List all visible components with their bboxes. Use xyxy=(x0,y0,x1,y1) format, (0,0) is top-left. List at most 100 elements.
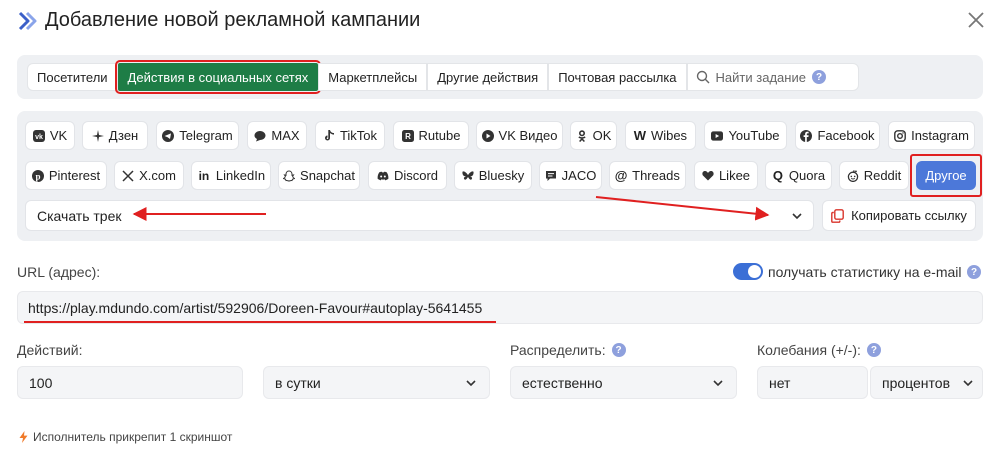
screenshot-note: Исполнитель прикрепит 1 скриншот xyxy=(19,430,232,444)
action-select[interactable]: Скачать трек xyxy=(25,200,814,231)
chevron-down-icon xyxy=(713,380,723,387)
email-stats-toggle[interactable] xyxy=(733,263,763,280)
copy-icon xyxy=(831,208,844,223)
max-chat-icon xyxy=(254,130,266,142)
chip-snapchat[interactable]: Snapchat xyxy=(278,161,360,190)
chip-label: Дзен xyxy=(108,128,139,143)
facebook-icon xyxy=(800,129,813,142)
chip-bluesky[interactable]: Bluesky xyxy=(454,161,532,190)
period-value: в сутки xyxy=(275,374,321,391)
actions-label: Действий: xyxy=(17,342,83,358)
chip-instagram[interactable]: Instagram xyxy=(888,121,975,150)
chip-label: Bluesky xyxy=(478,168,525,183)
tab-other-actions[interactable]: Другие действия xyxy=(427,63,549,91)
distribute-value: естественно xyxy=(522,374,603,391)
chip-rutube[interactable]: R Rutube xyxy=(393,121,469,150)
threads-icon: @ xyxy=(614,168,628,183)
close-icon[interactable] xyxy=(964,8,988,32)
chip-jaco[interactable]: JACO xyxy=(539,161,602,190)
chip-max[interactable]: MAX xyxy=(247,121,307,150)
vk-icon: vk xyxy=(32,129,45,142)
chip-label: LinkedIn xyxy=(215,168,266,183)
wibes-icon: W xyxy=(633,128,647,143)
chip-label: OK xyxy=(592,128,612,143)
chip-label: Wibes xyxy=(650,128,688,143)
task-search-input[interactable]: Найти задание xyxy=(686,63,859,91)
svg-text:R: R xyxy=(405,132,411,141)
chevron-down-icon xyxy=(963,380,973,387)
chip-label: Telegram xyxy=(179,128,233,143)
tiktok-icon xyxy=(323,129,335,142)
chip-dzen[interactable]: Дзен xyxy=(82,121,148,150)
actions-count-input[interactable]: 100 xyxy=(17,366,243,399)
tab-mailing[interactable]: Почтовая рассылка xyxy=(548,63,687,91)
url-input[interactable]: https://play.mdundo.com/artist/592906/Do… xyxy=(17,291,983,324)
search-icon xyxy=(696,70,710,84)
chip-ok[interactable]: OK xyxy=(570,121,617,150)
distribute-label: Распределить:? xyxy=(510,342,626,358)
chip-reddit[interactable]: Reddit xyxy=(839,161,909,190)
chip-vk-video[interactable]: VK Видео xyxy=(476,121,563,150)
copy-link-button[interactable]: Копировать ссылку xyxy=(822,200,976,231)
discord-icon xyxy=(377,170,389,182)
period-select[interactable]: в сутки xyxy=(263,366,490,399)
distribute-select[interactable]: естественно xyxy=(510,366,737,399)
double-chevron-right-icon xyxy=(18,11,37,31)
chip-threads[interactable]: @ Threads xyxy=(609,161,686,190)
chip-label: Rutube xyxy=(418,128,461,143)
chip-vk[interactable]: vk VK xyxy=(25,121,75,150)
dzen-icon xyxy=(91,129,104,142)
chip-label: JACO xyxy=(561,168,597,183)
fluctuation-label: Колебания (+/-):? xyxy=(757,342,881,358)
chip-facebook[interactable]: Facebook xyxy=(795,121,880,150)
tab-marketplaces[interactable]: Маркетплейсы xyxy=(318,63,428,91)
chip-label: Discord xyxy=(393,168,439,183)
help-icon[interactable]: ? xyxy=(967,265,981,279)
chip-label: Reddit xyxy=(863,168,902,183)
chevron-down-icon xyxy=(792,213,802,220)
actions-count-value: 100 xyxy=(29,374,53,391)
chip-pinterest[interactable]: p Pinterest xyxy=(25,161,107,190)
quora-icon: Q xyxy=(772,168,783,183)
fluctuation-unit-select[interactable]: процентов xyxy=(870,366,983,399)
chip-label: Snapchat xyxy=(300,168,355,183)
dialog-title: Добавление новой рекламной кампании xyxy=(45,9,421,31)
chip-label: Quora xyxy=(788,168,826,183)
chip-wibes[interactable]: W Wibes xyxy=(625,121,696,150)
action-select-value: Скачать трек xyxy=(37,207,122,224)
chip-label: TikTok xyxy=(339,128,378,143)
chip-label: MAX xyxy=(271,128,300,143)
help-icon[interactable]: ? xyxy=(866,343,881,357)
chip-x[interactable]: X.com xyxy=(114,161,184,190)
chip-tiktok[interactable]: TikTok xyxy=(315,121,385,150)
fluctuation-value: нет xyxy=(769,374,791,391)
fluctuation-input[interactable]: нет xyxy=(757,366,868,399)
reddit-icon xyxy=(847,169,859,182)
vk-video-play-icon xyxy=(481,129,494,142)
jaco-icon xyxy=(545,170,557,182)
chip-youtube[interactable]: YouTube xyxy=(704,121,787,150)
chip-linkedin[interactable]: in LinkedIn xyxy=(191,161,271,190)
chip-quora[interactable]: Q Quora xyxy=(765,161,832,190)
telegram-icon xyxy=(162,129,175,142)
chip-telegram[interactable]: Telegram xyxy=(156,121,239,150)
tab-visitors[interactable]: Посетители xyxy=(27,63,118,91)
bluesky-icon xyxy=(462,170,474,182)
linkedin-icon: in xyxy=(198,168,210,183)
heart-icon xyxy=(702,170,714,182)
help-icon[interactable]: ? xyxy=(812,70,826,84)
svg-text:p: p xyxy=(35,171,40,181)
email-stats-label: получать статистику на e-mail xyxy=(768,264,962,280)
chip-discord[interactable]: Discord xyxy=(368,161,447,190)
chip-likee[interactable]: Likee xyxy=(694,161,758,190)
x-icon xyxy=(122,169,134,182)
chip-label: Likee xyxy=(718,168,751,183)
fluctuation-unit-value: процентов xyxy=(882,374,951,391)
rutube-icon: R xyxy=(401,129,414,142)
annotation-highlight-box xyxy=(910,154,982,197)
category-tabs-panel: Посетители Действия в социальных сетях М… xyxy=(17,55,983,99)
tab-social-actions[interactable]: Действия в социальных сетях xyxy=(114,60,322,94)
chip-label: VK Видео xyxy=(498,128,558,143)
help-icon[interactable]: ? xyxy=(611,343,626,357)
chip-label: Instagram xyxy=(911,128,969,143)
